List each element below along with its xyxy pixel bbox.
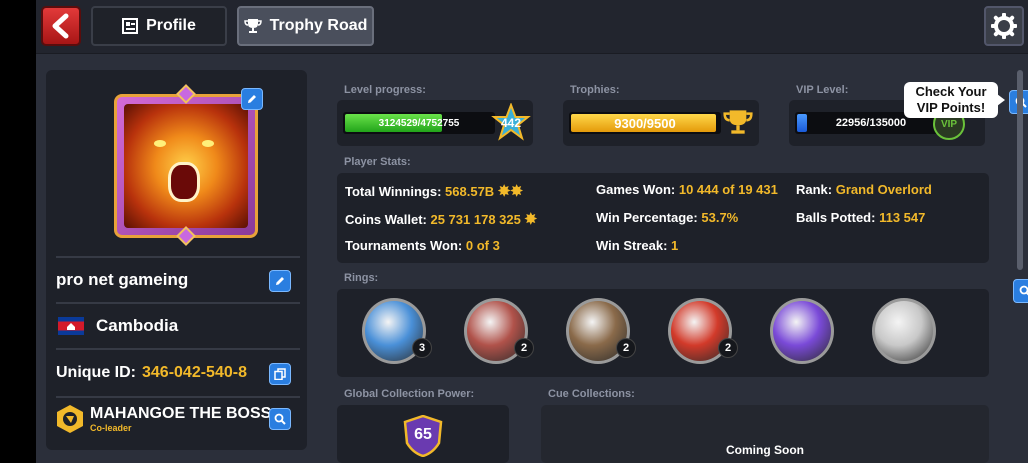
club-role: Co-leader (90, 423, 132, 433)
edit-avatar-button[interactable] (241, 88, 263, 110)
avatar-frame (114, 94, 258, 238)
rank-label: Rank: (796, 182, 833, 197)
lion-avatar-image (124, 104, 248, 228)
unique-id-value: 346-042-540-8 (142, 364, 247, 381)
club-info: MAHANGOE THE BOSS Co-leader (90, 405, 271, 433)
stats-area: Level progress: 3124529/4752755 442 Trop… (326, 70, 1028, 463)
rank-value: Grand Overlord (835, 182, 932, 197)
global-collection-label: Global Collection Power: (344, 388, 475, 400)
trophies-bar: 9300/9500 (569, 112, 721, 134)
lion-eye-right (202, 140, 214, 147)
level-progress-label: Level progress: (344, 84, 426, 96)
coins-wallet-stat: Coins Wallet: 25 731 178 325 ✸ (345, 210, 537, 228)
total-winnings-stat: Total Winnings: 568.57B ✸✸ (345, 182, 523, 200)
country-name: Cambodia (96, 316, 179, 335)
avatar (111, 84, 263, 246)
back-button[interactable] (41, 6, 81, 46)
edit-pencil-icon (248, 95, 256, 103)
cue-collections-card[interactable]: Coming Soon (541, 405, 989, 463)
search-icon (1019, 285, 1028, 296)
lion-mouth (168, 162, 200, 202)
copy-id-button[interactable] (269, 363, 291, 385)
cue-collections-label: Cue Collections: (548, 388, 635, 400)
balls-potted-value: 113 547 (879, 210, 926, 225)
player-name: pro net gameing (56, 270, 189, 289)
search-icon (274, 413, 286, 425)
copy-icon (274, 368, 286, 380)
tab-profile[interactable]: Profile (91, 6, 227, 46)
tournaments-won-label: Tournaments Won: (345, 238, 463, 253)
edit-pencil-icon (276, 277, 284, 285)
rings-search-button[interactable] (1013, 279, 1028, 303)
club-emblem-icon (57, 405, 83, 433)
win-percentage-stat: Win Percentage: 53.7% (596, 210, 738, 225)
games-won-value: 10 444 of 19 431 (678, 182, 778, 197)
cambodia-flag-icon (58, 317, 84, 335)
global-collection-value: 65 (414, 426, 432, 443)
scrollbar[interactable] (1017, 70, 1023, 270)
win-streak-stat: Win Streak: 1 (596, 238, 678, 253)
trophy-icon (723, 110, 753, 134)
level-number: 442 (500, 116, 522, 130)
win-percentage-value: 53.7% (701, 210, 739, 225)
balls-potted-stat: Balls Potted: 113 547 (796, 210, 925, 225)
vip-tooltip-line2: VIP Points! (916, 100, 986, 115)
unique-id-label: Unique ID: (56, 364, 136, 381)
ring-item[interactable] (770, 298, 834, 364)
profile-screen: Profile Trophy Road pro net gameing Camb… (36, 0, 1028, 463)
coins-icon: ✸ (524, 211, 538, 228)
games-won-label: Games Won: (596, 182, 676, 197)
ring-count-badge: 2 (514, 338, 534, 358)
trophies-label: Trophies: (570, 84, 620, 96)
rank-stat: Rank: Grand Overlord (796, 182, 932, 197)
level-progress-text: 3124529/4752755 (378, 117, 460, 129)
back-arrow-icon (52, 13, 69, 39)
tournaments-won-stat: Tournaments Won: 0 of 3 (345, 238, 500, 253)
level-progress-card: 3124529/4752755 442 (337, 100, 533, 146)
player-card: pro net gameing Cambodia Unique ID: 346-… (46, 70, 307, 450)
total-winnings-value: 568.57B (445, 184, 495, 199)
total-winnings-label: Total Winnings: (345, 184, 442, 199)
ring-count-badge: 2 (718, 338, 738, 358)
level-progress-bar: 3124529/4752755 (343, 112, 495, 134)
player-name-row: pro net gameing (56, 256, 300, 302)
tab-profile-label: Profile (146, 17, 196, 34)
rings-label: Rings: (344, 272, 379, 284)
club-row: MAHANGOE THE BOSS Co-leader (56, 396, 300, 440)
edit-name-button[interactable] (269, 270, 291, 292)
cue-collections-status: Coming Soon (726, 443, 804, 457)
balls-potted-label: Balls Potted: (796, 210, 876, 225)
top-bar: Profile Trophy Road (36, 0, 1028, 54)
win-percentage-label: Win Percentage: (596, 210, 698, 225)
tab-trophy-road[interactable]: Trophy Road (237, 6, 374, 46)
tournaments-won-value: 0 of 3 (465, 238, 500, 253)
tab-trophy-road-label: Trophy Road (269, 17, 368, 34)
trophies-text: 9300/9500 (614, 115, 676, 131)
coins-wallet-value: 25 731 178 325 (430, 212, 521, 227)
gear-icon (991, 13, 1017, 39)
ring-count-badge: 3 (412, 338, 432, 358)
win-streak-value: 1 (671, 238, 679, 253)
lion-eye-left (154, 140, 166, 147)
vip-tooltip-line1: Check Your (915, 84, 987, 99)
profile-card-icon (122, 18, 139, 34)
games-won-stat: Games Won: 10 444 of 19 431 (596, 182, 778, 197)
unique-id-row: Unique ID: 346-042-540-8 (56, 348, 300, 396)
trophy-icon (243, 19, 262, 33)
vip-tooltip: Check Your VIP Points! (904, 82, 1005, 118)
vip-level-label: VIP Level: (796, 84, 849, 96)
ring-item[interactable] (872, 298, 936, 364)
settings-button[interactable] (984, 6, 1024, 46)
global-collection-card: 65 (337, 405, 509, 463)
player-stats-label: Player Stats: (344, 156, 411, 168)
win-streak-label: Win Streak: (596, 238, 668, 253)
club-name: MAHANGOE THE BOSS (90, 405, 272, 422)
player-stats-card: Total Winnings: 568.57B ✸✸ Coins Wallet:… (337, 173, 989, 263)
ring-count-badge: 2 (616, 338, 636, 358)
country-row: Cambodia (56, 302, 300, 348)
trophies-card: 9300/9500 (563, 100, 759, 146)
coins-stack-icon: ✸✸ (497, 183, 523, 200)
view-club-button[interactable] (269, 408, 291, 430)
coins-wallet-label: Coins Wallet: (345, 212, 427, 227)
